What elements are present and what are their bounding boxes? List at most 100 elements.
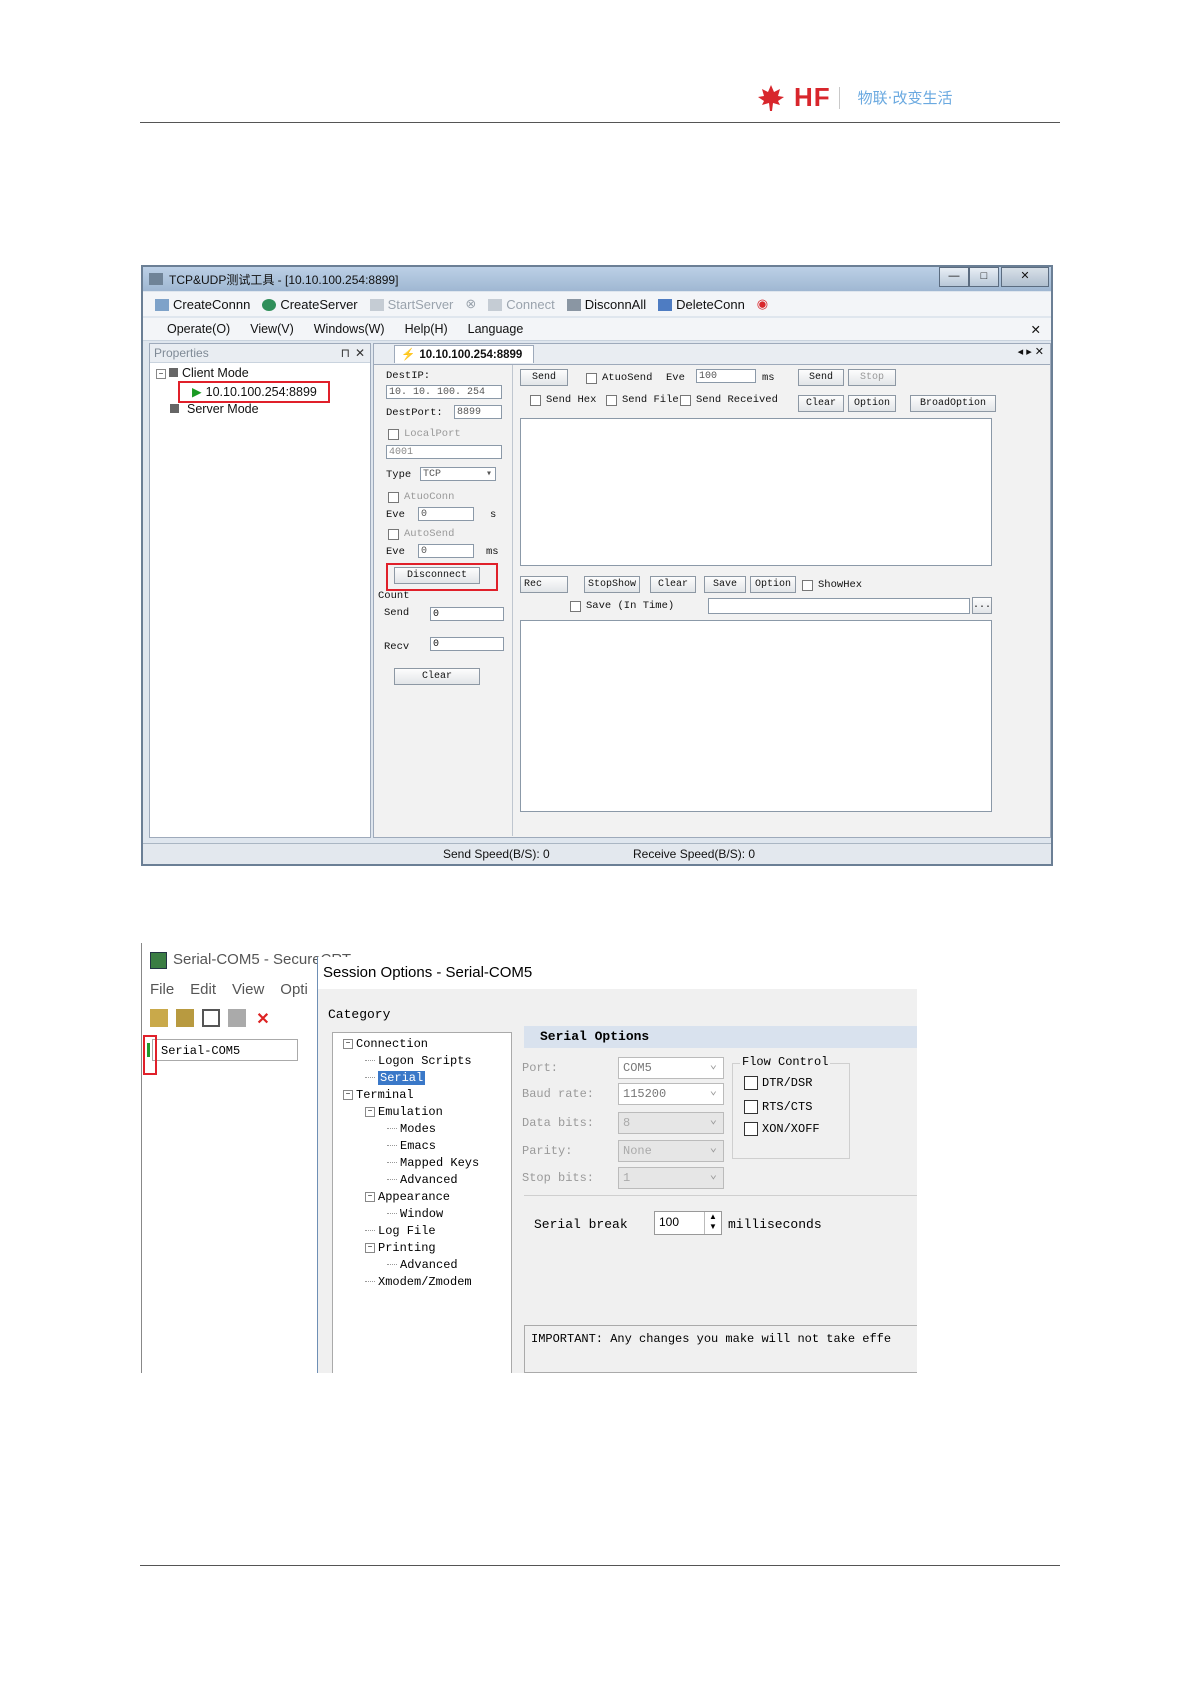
spinner-arrows-icon[interactable]: ▲ ▼ (704, 1212, 721, 1234)
xon-xoff-checkbox[interactable] (744, 1122, 758, 1136)
data-bits-select[interactable]: 8 (618, 1110, 724, 1134)
connect-icon[interactable] (150, 1009, 168, 1027)
stop-icon[interactable]: ⊗ (465, 296, 476, 312)
parity-select[interactable]: None (618, 1138, 724, 1162)
close-document-icon[interactable]: ✕ (1031, 322, 1041, 337)
rts-cts-option[interactable]: RTS/CTS (744, 1100, 812, 1114)
bg-menu-view[interactable]: View (232, 981, 264, 998)
menu-language[interactable]: Language (468, 322, 524, 336)
eve1-field[interactable]: 0 (418, 507, 474, 521)
send-button-2[interactable]: Send (798, 369, 844, 386)
atuo-send-checkbox[interactable] (586, 373, 597, 384)
rts-cts-checkbox[interactable] (744, 1100, 758, 1114)
dest-port-field[interactable]: 8899 (454, 405, 502, 419)
save-realtime-checkbox[interactable] (570, 601, 581, 612)
dtr-dsr-checkbox[interactable] (744, 1076, 758, 1090)
eve-field[interactable]: 100 (696, 369, 756, 383)
tree-expander-icon[interactable]: − (343, 1089, 353, 1100)
menu-help[interactable]: Help(H) (405, 322, 448, 336)
connect-button[interactable]: Connect (488, 297, 555, 312)
save-path-field[interactable] (708, 598, 970, 614)
tree-item[interactable]: − Printing (365, 1241, 436, 1255)
reconnect-icon[interactable] (228, 1009, 246, 1027)
tab-connection[interactable]: ⚡ 10.10.100.254:8899 (394, 345, 534, 363)
local-port-checkbox[interactable] (388, 429, 399, 440)
xon-xoff-option[interactable]: XON/XOFF (744, 1122, 820, 1136)
maximize-button[interactable]: □ (969, 267, 999, 287)
tree-expander-icon[interactable]: − (343, 1038, 353, 1049)
record-icon[interactable]: ◉ (757, 296, 768, 312)
disconnect-icon[interactable]: ✕ (254, 1009, 272, 1028)
pin-icon[interactable]: ⊓ (341, 344, 350, 362)
send-button[interactable]: Send (520, 369, 568, 386)
menu-view[interactable]: View(V) (250, 322, 294, 336)
tree-item[interactable]: Mapped Keys (387, 1156, 479, 1170)
browse-button[interactable]: ... (972, 597, 992, 614)
tree-item[interactable]: Advanced (387, 1258, 458, 1272)
auto-send-checkbox[interactable] (388, 529, 399, 540)
delete-conn-button[interactable]: DeleteConn (658, 297, 745, 312)
disconn-all-button[interactable]: DisconnAll (566, 297, 646, 312)
connection-pane: ⚡ 10.10.100.254:8899 ◂ ▸ ✕ DestIP: 10. 10… (373, 343, 1051, 838)
tree-client-mode[interactable]: − Client Mode (156, 366, 249, 380)
tree-expander-icon[interactable]: − (365, 1242, 375, 1253)
tab-nav-icon[interactable]: ◂ ▸ ✕ (1018, 345, 1044, 358)
bg-session-tab[interactable]: Serial-COM5 (152, 1039, 298, 1061)
send-hex-checkbox[interactable] (530, 395, 541, 406)
close-button[interactable]: ✕ (1001, 267, 1049, 287)
stopshow-button[interactable]: StopShow (584, 576, 640, 593)
tree-item[interactable]: Window (387, 1207, 443, 1221)
option-recv-button[interactable]: Option (750, 576, 796, 593)
clear-count-button[interactable]: Clear (394, 668, 480, 685)
tree-item[interactable]: Advanced (387, 1173, 458, 1187)
bg-menu-edit[interactable]: Edit (190, 981, 216, 998)
tree-item[interactable]: Emacs (387, 1139, 436, 1153)
start-server-button[interactable]: StartServer (369, 297, 453, 312)
tree-item[interactable]: − Emulation (365, 1105, 443, 1119)
broadcast-option-button[interactable]: BroadOption (910, 395, 996, 412)
local-port-field[interactable]: 4001 (386, 445, 502, 459)
clear-recv-button[interactable]: Clear (650, 576, 696, 593)
tree-item[interactable]: Serial (365, 1071, 426, 1085)
bg-menu-file[interactable]: File (150, 981, 174, 998)
type-select[interactable]: TCP ▾ (420, 467, 496, 481)
clear-send-button[interactable]: Clear (798, 395, 844, 412)
connect-tab-icon[interactable] (202, 1009, 220, 1027)
atuo-conn-checkbox[interactable] (388, 492, 399, 503)
dtr-dsr-option[interactable]: DTR/DSR (744, 1076, 812, 1090)
menu-operate[interactable]: Operate(O) (167, 322, 230, 336)
serial-break-spinner[interactable]: 100 ▲ ▼ (654, 1211, 722, 1235)
dest-ip-field[interactable]: 10. 10. 100. 254 (386, 385, 502, 399)
tree-expander-icon[interactable]: − (365, 1191, 375, 1202)
quick-connect-icon[interactable] (176, 1009, 194, 1027)
menu-windows[interactable]: Windows(W) (314, 322, 385, 336)
bg-menu-options[interactable]: Opti (280, 981, 308, 998)
option-send-button[interactable]: Option (848, 395, 896, 412)
send-text-area[interactable] (520, 418, 992, 566)
send-received-checkbox[interactable] (680, 395, 691, 406)
stop-bits-select[interactable]: 1 (618, 1165, 724, 1189)
panel-close-icon[interactable]: ✕ (355, 344, 365, 362)
tree-item-label: Modes (400, 1122, 437, 1136)
tree-server-mode[interactable]: Server Mode (170, 402, 259, 416)
tree-item[interactable]: Modes (387, 1122, 436, 1136)
tree-item[interactable]: Xmodem/Zmodem (365, 1275, 472, 1289)
create-server-button[interactable]: CreateServer (262, 297, 358, 312)
save-button[interactable]: Save (704, 576, 746, 593)
tree-item[interactable]: Logon Scripts (365, 1054, 472, 1068)
tree-item[interactable]: − Appearance (365, 1190, 450, 1204)
showhex-checkbox[interactable] (802, 580, 813, 591)
tree-expander-icon[interactable]: − (365, 1106, 375, 1117)
baud-rate-select[interactable]: 115200 (618, 1081, 724, 1105)
tree-item[interactable]: Log File (365, 1224, 436, 1238)
send-file-checkbox[interactable] (606, 395, 617, 406)
minimize-button[interactable]: — (939, 267, 969, 287)
tree-item[interactable]: − Connection (343, 1037, 428, 1051)
tree-item[interactable]: − Terminal (343, 1088, 414, 1102)
brand-slogan: 物联·改变生活 (857, 89, 953, 107)
port-select[interactable]: COM5 (618, 1055, 724, 1079)
create-conn-button[interactable]: CreateConnn (155, 297, 250, 312)
eve2-field[interactable]: 0 (418, 544, 474, 558)
menu-bar: Operate(O) View(V) Windows(W) Help(H) La… (143, 318, 1051, 341)
stop-button[interactable]: Stop (848, 369, 896, 386)
